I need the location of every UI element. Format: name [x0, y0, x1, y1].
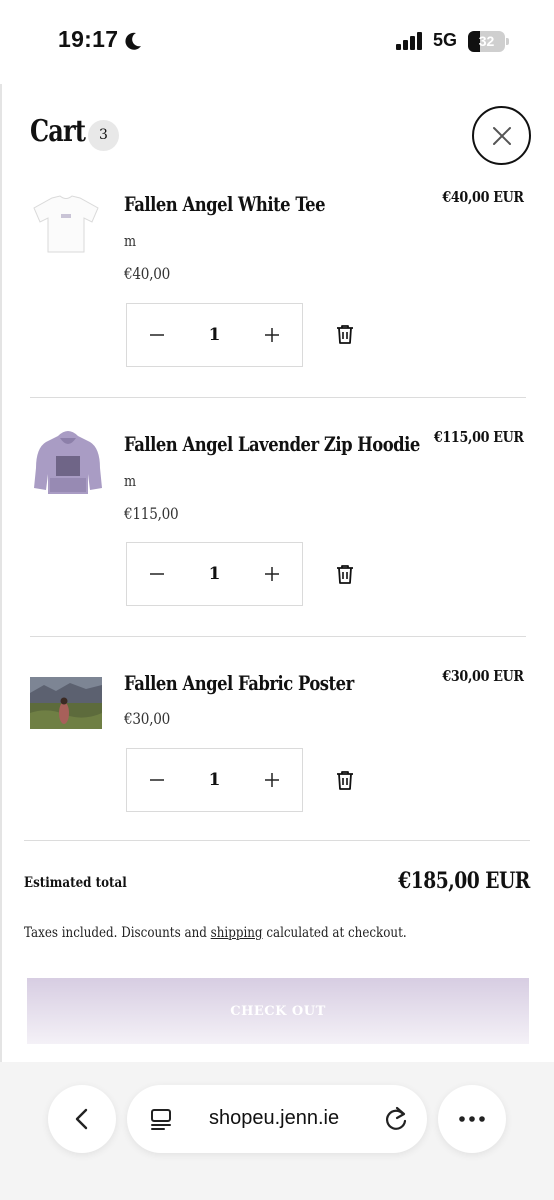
minus-icon: [150, 573, 164, 575]
decrease-quantity-button[interactable]: [127, 543, 187, 605]
estimated-total-label: Estimated total: [24, 875, 127, 891]
url-text[interactable]: shopeu.jenn.ie: [209, 1107, 339, 1130]
back-button[interactable]: [48, 1085, 116, 1153]
cart-count-badge: 3: [88, 120, 119, 151]
item-line-price: €40,00 EUR: [442, 188, 525, 206]
item-name[interactable]: Fallen Angel Fabric Poster: [124, 671, 354, 695]
item-line-price: €115,00 EUR: [434, 428, 524, 446]
trash-icon[interactable]: [333, 768, 357, 792]
tax-note: Taxes included. Discounts and shipping c…: [24, 925, 407, 941]
reader-icon[interactable]: [149, 1107, 173, 1131]
moon-icon: [125, 32, 141, 50]
item-unit-price: €40,00: [124, 264, 171, 283]
ellipsis-icon: [459, 1116, 485, 1122]
quantity-stepper: 1: [126, 748, 303, 812]
status-time: 19:17: [58, 26, 119, 52]
address-bar[interactable]: shopeu.jenn.ie: [127, 1085, 427, 1153]
fabric-poster-image[interactable]: [30, 677, 102, 729]
white-tee-image[interactable]: [30, 192, 102, 256]
lavender-hoodie-image[interactable]: [32, 428, 104, 498]
item-variant: m: [124, 472, 137, 490]
battery-icon: 32: [468, 31, 509, 52]
estimated-total-value: €185,00 EUR: [398, 868, 530, 894]
drawer-edge: [0, 84, 2, 1064]
item-variant: m: [124, 232, 137, 250]
item-divider: [30, 397, 526, 398]
item-unit-price: €30,00: [124, 709, 171, 728]
increase-quantity-button[interactable]: [242, 543, 302, 605]
trash-icon[interactable]: [333, 322, 357, 346]
summary-divider: [24, 840, 530, 841]
tax-note-suffix: calculated at checkout.: [262, 925, 407, 941]
checkout-button[interactable]: CHECK OUT: [27, 978, 529, 1044]
increase-quantity-button[interactable]: [242, 304, 302, 366]
shipping-link[interactable]: shipping: [211, 925, 263, 941]
plus-icon: [265, 328, 279, 342]
quantity-value[interactable]: 1: [187, 749, 242, 811]
network-label: 5G: [433, 30, 458, 50]
plus-icon: [265, 773, 279, 787]
item-divider: [30, 636, 526, 637]
close-cart-button[interactable]: [472, 106, 531, 165]
battery-level: 32: [478, 33, 495, 49]
item-line-price: €30,00 EUR: [442, 667, 525, 685]
item-name[interactable]: Fallen Angel White Tee: [124, 192, 326, 216]
quantity-stepper: 1: [126, 542, 303, 606]
trash-icon[interactable]: [333, 562, 357, 586]
close-icon: [493, 127, 511, 145]
chevron-left-icon: [75, 1108, 88, 1130]
tax-note-prefix: Taxes included. Discounts and: [24, 925, 211, 941]
status-bar: 19:17 5G 32: [0, 0, 554, 84]
signal-icon: [396, 32, 422, 50]
quantity-stepper: 1: [126, 303, 303, 367]
cart-title: Cart: [30, 114, 86, 149]
minus-icon: [150, 334, 164, 336]
quantity-value[interactable]: 1: [187, 304, 242, 366]
item-name[interactable]: Fallen Angel Lavender Zip Hoodie: [124, 432, 420, 456]
more-options-button[interactable]: [438, 1085, 506, 1153]
decrease-quantity-button[interactable]: [127, 304, 187, 366]
increase-quantity-button[interactable]: [242, 749, 302, 811]
decrease-quantity-button[interactable]: [127, 749, 187, 811]
item-unit-price: €115,00: [124, 504, 179, 523]
plus-icon: [265, 567, 279, 581]
minus-icon: [150, 779, 164, 781]
quantity-value[interactable]: 1: [187, 543, 242, 605]
reload-icon[interactable]: [383, 1105, 409, 1133]
